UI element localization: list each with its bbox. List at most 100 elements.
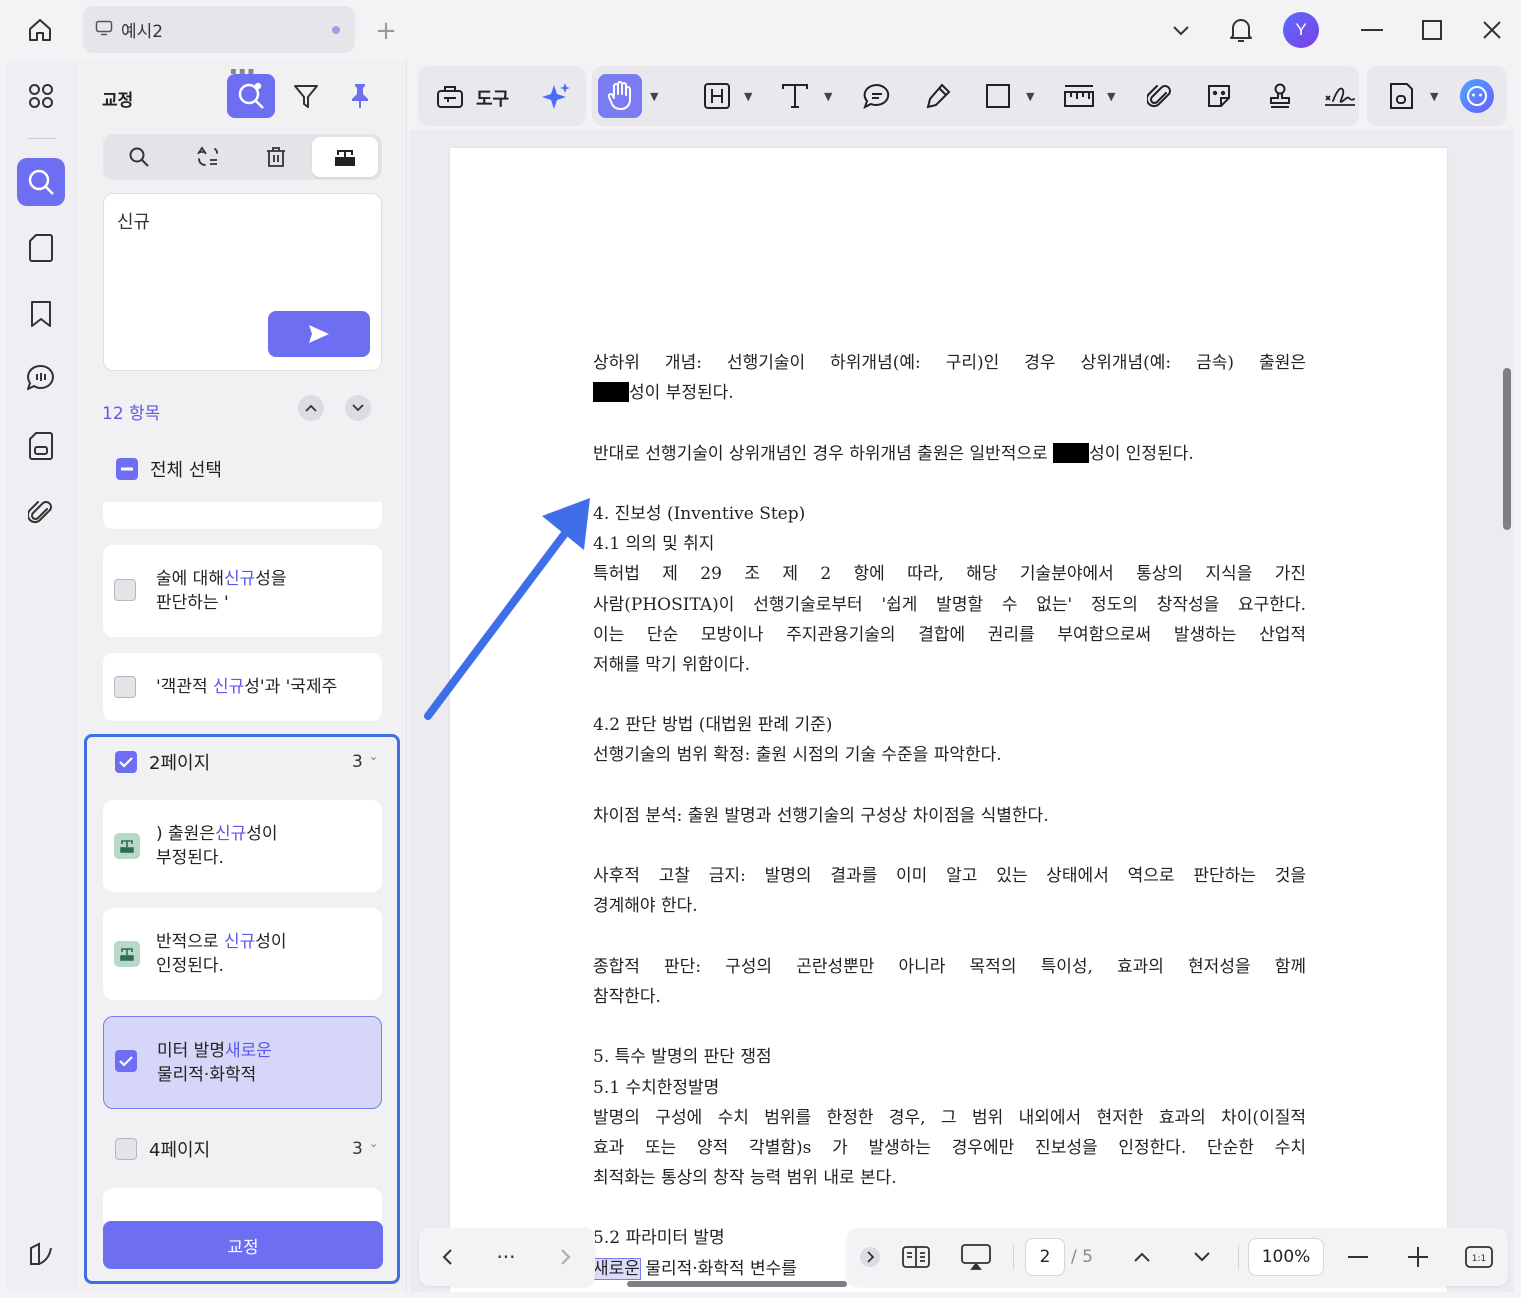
page-group-checkbox[interactable] [115, 1138, 137, 1160]
chevron-down-icon[interactable] [1183, 1238, 1221, 1276]
list-item[interactable]: 술에 대해신규성을 판단하는 ' [103, 545, 382, 637]
bookmark-icon[interactable] [17, 290, 65, 338]
result-text: 반적으로 신규성이 인정된다. [156, 932, 287, 976]
avatar[interactable]: Y [1283, 12, 1319, 48]
pen-icon[interactable] [916, 74, 960, 118]
search-replace-icon[interactable] [227, 74, 275, 118]
heading-icon[interactable] [695, 74, 739, 118]
replace-mode-icon[interactable] [175, 137, 241, 177]
current-page-input[interactable]: 2 [1025, 1238, 1065, 1276]
actual-size-icon[interactable]: 1:1 [1460, 1238, 1498, 1276]
collapse-arrow-icon[interactable] [851, 1238, 889, 1276]
list-item[interactable]: '객관적 신규성'과 '국제주 [103, 653, 382, 721]
left-rail [6, 60, 78, 1292]
zoom-in-icon[interactable] [1399, 1238, 1437, 1276]
result-checkbox[interactable] [114, 676, 136, 698]
presentation-icon[interactable] [957, 1238, 995, 1276]
vertical-scrollbar[interactable] [1503, 368, 1511, 530]
total-pages: / 5 [1071, 1247, 1093, 1267]
ai-assistant-icon[interactable] [1455, 74, 1499, 118]
next-result-button[interactable] [345, 395, 371, 421]
search-icon[interactable] [17, 158, 65, 206]
sidebar-toggle-icon[interactable] [17, 1230, 65, 1278]
chevron-down-icon[interactable]: ⌄ [369, 1137, 378, 1150]
more-icon[interactable]: ··· [487, 1238, 525, 1276]
comments-icon[interactable] [17, 354, 65, 402]
maximize-icon[interactable] [1414, 12, 1450, 48]
apply-redaction-button[interactable]: 교정 [103, 1221, 383, 1269]
chevron-right-icon[interactable] [547, 1238, 585, 1276]
delete-mode-icon[interactable] [243, 137, 309, 177]
previous-result-button[interactable] [298, 395, 324, 421]
signature-icon[interactable] [1318, 74, 1362, 118]
stamp-icon[interactable] [1258, 74, 1302, 118]
apps-grid-icon[interactable] [17, 72, 65, 120]
page-group-checkbox[interactable] [115, 751, 137, 773]
result-checkbox[interactable] [114, 579, 136, 601]
page-thumbnails-icon[interactable] [17, 224, 65, 272]
find-mode-search-icon[interactable] [106, 137, 172, 177]
chevron-left-icon[interactable] [428, 1238, 466, 1276]
rectangle-icon[interactable] [976, 74, 1020, 118]
zoom-out-icon[interactable] [1339, 1238, 1377, 1276]
chevron-down-icon[interactable]: ⌄ [369, 750, 378, 763]
search-submit-button[interactable] [268, 311, 370, 357]
list-item[interactable]: 반적으로 신규성이 인정된다. [103, 908, 382, 1000]
hand-tool-icon[interactable] [598, 74, 642, 118]
attachment-list-icon[interactable] [17, 422, 65, 470]
close-icon[interactable] [1474, 12, 1510, 48]
zoom-level[interactable]: 100% [1248, 1238, 1324, 1276]
chevron-down-icon[interactable]: ▼ [1107, 90, 1115, 103]
document-line: 경계해야 한다. [593, 896, 698, 917]
page-group-header[interactable]: 4페이지 [115, 1136, 210, 1162]
search-input[interactable]: 신규 [103, 193, 382, 371]
comment-icon[interactable] [855, 74, 899, 118]
redact-mode-icon[interactable] [312, 137, 378, 177]
view-controls-bar: 2 / 5 100% 1:1 [847, 1228, 1508, 1286]
select-all-row[interactable]: 전체 선택 [116, 456, 222, 482]
toolbox-icon[interactable] [428, 74, 472, 118]
redaction-box[interactable] [593, 382, 629, 403]
list-item[interactable]: ) 출원은신규성이 부정된다. [103, 800, 382, 892]
document-viewport[interactable]: 상하위 개념: 선행기술이 하위개념(예: 구리)인 경우 상위개념(예: 금속… [410, 130, 1514, 1292]
home-icon[interactable] [20, 12, 60, 48]
new-tab-button[interactable]: + [370, 15, 402, 47]
search-panel: 교정 ▪▪▪ 신규 12 항목 전체 선택 술에 대해신규성을 판단하는 ' '… [80, 60, 407, 1292]
page-group-header[interactable]: 2페이지 [115, 749, 210, 775]
tab-title: 예시2 [121, 22, 164, 42]
chevron-down-icon[interactable]: ▼ [1026, 90, 1034, 103]
horizontal-scrollbar[interactable] [627, 1281, 847, 1287]
chevron-up-icon[interactable] [1123, 1238, 1161, 1276]
select-all-checkbox[interactable] [116, 458, 138, 480]
panel-title: 교정 [102, 91, 134, 111]
filter-icon[interactable] [282, 74, 330, 118]
save-icon[interactable] [1379, 74, 1423, 118]
chevron-down-icon[interactable]: ▼ [650, 90, 658, 103]
save-group: ▼ [1367, 66, 1507, 126]
measure-icon[interactable] [1057, 74, 1101, 118]
minimize-icon[interactable] [1354, 12, 1390, 48]
chevron-down-icon[interactable] [1163, 12, 1199, 48]
search-hit-highlight[interactable]: 새로운 [593, 1257, 641, 1280]
page-layout-icon[interactable] [897, 1238, 935, 1276]
page-group-label: 4페이지 [149, 1140, 211, 1161]
bell-icon[interactable] [1223, 12, 1259, 48]
pin-icon[interactable] [336, 74, 384, 118]
chevron-down-icon[interactable]: ▼ [744, 90, 752, 103]
list-item-selected[interactable]: 미터 발명새로운 물리적·화학적 [103, 1016, 382, 1109]
chevron-down-icon[interactable]: ▼ [824, 90, 832, 103]
ai-sparkle-icon[interactable] [534, 74, 578, 118]
sticker-icon[interactable] [1197, 74, 1241, 118]
paperclip-icon[interactable] [17, 488, 65, 536]
document-tab[interactable]: 예시2 [83, 6, 355, 53]
tools-label[interactable]: 도구 [476, 85, 509, 111]
redaction-box[interactable] [1053, 442, 1090, 463]
list-item[interactable] [103, 502, 382, 529]
result-count: 12 항목 [102, 404, 161, 424]
text-icon[interactable] [773, 74, 817, 118]
document-line: 발명의 구성에 수치 범위를 한정한 경우, 그 범위 내외에서 현저한 효과의… [593, 1107, 1306, 1128]
result-checkbox[interactable] [115, 1050, 137, 1072]
attach-icon[interactable] [1138, 74, 1182, 118]
chevron-down-icon[interactable]: ▼ [1430, 90, 1438, 103]
